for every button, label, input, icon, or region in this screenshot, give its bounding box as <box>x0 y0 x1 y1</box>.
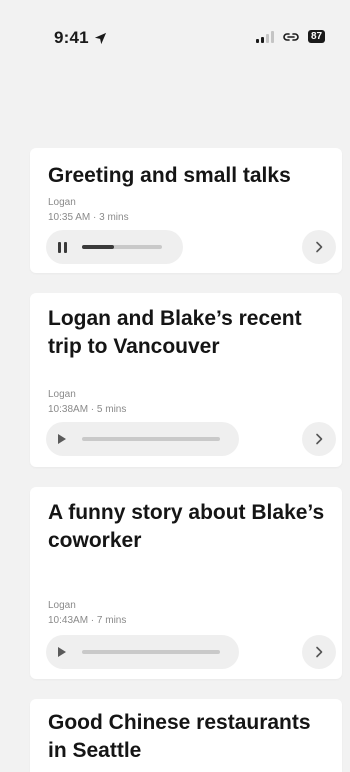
conversation-time: 10:43AM · 7 mins <box>48 615 127 626</box>
conversation-card[interactable]: Good Chinese restaurants in Seattle <box>30 699 342 772</box>
status-time-text: 9:41 <box>54 28 89 47</box>
audio-player <box>46 422 239 456</box>
conversation-title: Good Chinese restaurants in Seattle <box>48 711 311 762</box>
open-conversation-button[interactable] <box>302 230 336 264</box>
chevron-right-icon <box>316 646 323 658</box>
conversation-title: A funny story about Blake’s coworker <box>48 501 325 552</box>
chevron-right-icon <box>316 241 323 253</box>
play-icon[interactable] <box>58 432 74 446</box>
conversation-time: 10:38AM · 5 mins <box>48 404 127 415</box>
cellular-signal-icon <box>256 30 274 43</box>
status-time: 9:41 <box>54 28 107 48</box>
status-indicators: 87 <box>256 30 326 43</box>
status-bar: 9:41 87 <box>0 0 350 80</box>
chevron-right-icon <box>316 433 323 445</box>
location-arrow-icon <box>94 32 106 44</box>
audio-player <box>46 230 183 264</box>
audio-progress-track[interactable] <box>82 650 220 654</box>
conversation-speaker: Logan <box>48 600 76 611</box>
conversation-title: Logan and Blake’s recent trip to Vancouv… <box>48 307 302 358</box>
open-conversation-button[interactable] <box>302 635 336 669</box>
conversation-speaker: Logan <box>48 197 76 208</box>
open-conversation-button[interactable] <box>302 422 336 456</box>
conversation-card[interactable]: Logan and Blake’s recent trip to Vancouv… <box>30 293 342 467</box>
conversation-card[interactable]: A funny story about Blake’s coworker Log… <box>30 487 342 679</box>
conversation-card[interactable]: Greeting and small talks Logan 10:35 AM … <box>30 148 342 273</box>
audio-progress-track[interactable] <box>82 437 220 441</box>
audio-progress-track[interactable] <box>82 245 162 249</box>
play-icon[interactable] <box>58 645 74 659</box>
pause-icon[interactable] <box>58 240 74 254</box>
conversation-time: 10:35 AM · 3 mins <box>48 212 129 223</box>
battery-badge: 87 <box>308 30 326 43</box>
conversation-title: Greeting and small talks <box>48 164 291 187</box>
audio-progress-fill <box>82 245 114 249</box>
audio-player <box>46 635 239 669</box>
link-icon <box>282 31 300 43</box>
conversation-speaker: Logan <box>48 389 76 400</box>
